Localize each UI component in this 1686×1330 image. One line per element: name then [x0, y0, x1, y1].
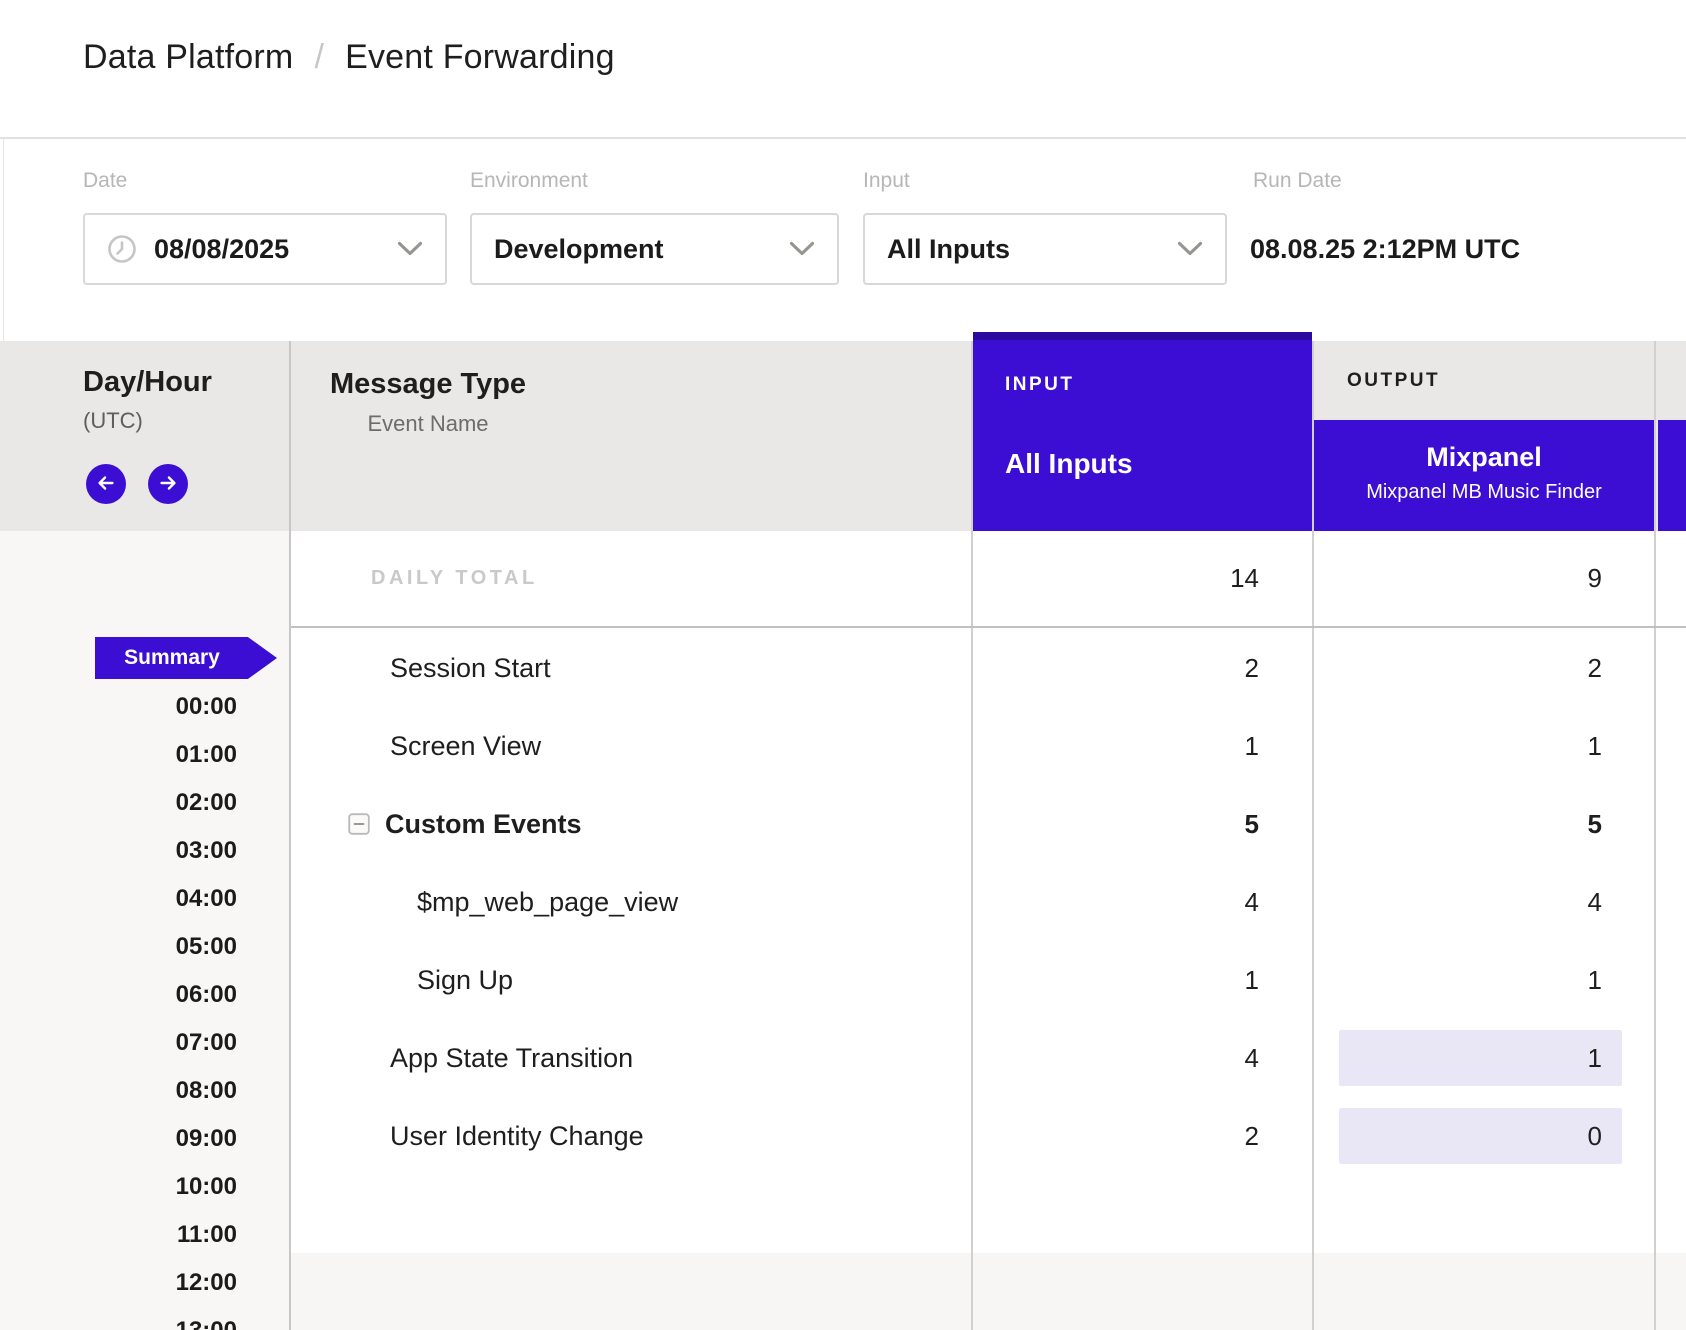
- daily-total-label: DAILY TOTAL: [371, 531, 538, 626]
- output-value: 2: [1588, 629, 1602, 707]
- daily-total-input-value: 14: [1230, 531, 1259, 626]
- chevron-down-icon: [397, 241, 423, 257]
- output-value: 5: [1588, 785, 1602, 863]
- page-header: Data Platform / Event Forwarding: [0, 0, 1686, 139]
- arrow-right-icon: [157, 472, 179, 497]
- chevron-down-icon: [789, 241, 815, 257]
- input-value: 2: [1245, 1097, 1259, 1175]
- input-label: Input: [863, 169, 910, 193]
- hour-item-0800[interactable]: 08:00: [117, 1077, 237, 1105]
- output-value: 1: [1588, 941, 1602, 1019]
- message-type-title: Message Type: [292, 368, 564, 401]
- hour-item-1000[interactable]: 10:00: [117, 1173, 237, 1201]
- breadcrumb: Data Platform / Event Forwarding: [83, 38, 615, 77]
- minus-square-icon[interactable]: [348, 813, 370, 835]
- output-value: 4: [1588, 863, 1602, 941]
- date-value: 08/08/2025: [154, 234, 289, 265]
- table-row-mp-web-page-view: $mp_web_page_view 4 4: [0, 863, 1686, 941]
- selected-column-indicator: [973, 332, 1312, 340]
- clock-icon: [107, 234, 137, 264]
- output-column-subtitle: Mixpanel MB Music Finder: [1314, 481, 1654, 504]
- next-day-button[interactable]: [148, 464, 188, 504]
- message-type-subtitle: Event Name: [292, 411, 564, 437]
- breadcrumb-section[interactable]: Data Platform: [83, 38, 293, 76]
- output-value: 1: [1588, 707, 1602, 785]
- day-hour-subtitle: (UTC): [83, 408, 212, 434]
- next-output-column-partial[interactable]: [1658, 420, 1686, 531]
- event-rows: Session Start 2 2 Screen View 1 1 Custom…: [0, 629, 1686, 1175]
- row-label: Screen View: [390, 731, 541, 762]
- hour-item-1200[interactable]: 12:00: [117, 1269, 237, 1297]
- summary-row-selector[interactable]: Summary: [95, 637, 277, 679]
- hour-item-0600[interactable]: 06:00: [117, 981, 237, 1009]
- input-value: All Inputs: [887, 234, 1010, 265]
- chevron-down-icon: [1177, 241, 1203, 257]
- input-column-header[interactable]: INPUT All Inputs: [973, 332, 1312, 531]
- date-dropdown[interactable]: 08/08/2025: [83, 213, 447, 285]
- input-value: 5: [1245, 785, 1259, 863]
- hour-item-0700[interactable]: 07:00: [117, 1029, 237, 1057]
- previous-day-button[interactable]: [86, 464, 126, 504]
- row-label: $mp_web_page_view: [417, 887, 678, 918]
- table-row-user-identity-change: User Identity Change 2 0: [0, 1097, 1686, 1175]
- breadcrumb-separator: /: [314, 38, 324, 76]
- message-type-header: Message Type Event Name: [292, 368, 564, 437]
- hour-item-0000[interactable]: 00:00: [117, 693, 237, 721]
- input-dropdown[interactable]: All Inputs: [863, 213, 1227, 285]
- day-hour-header: Day/Hour (UTC): [83, 366, 212, 434]
- input-value: 1: [1245, 707, 1259, 785]
- input-column-title: All Inputs: [1005, 448, 1133, 480]
- output-column-header[interactable]: Mixpanel Mixpanel MB Music Finder: [1314, 420, 1654, 531]
- input-value: 1: [1245, 941, 1259, 1019]
- event-forwarding-page: Data Platform / Event Forwarding Date Envi…: [0, 0, 1686, 1330]
- page-title: Event Forwarding: [345, 38, 615, 76]
- hour-item-0400[interactable]: 04:00: [117, 885, 237, 913]
- input-value: 2: [1245, 629, 1259, 707]
- input-group-label: INPUT: [1005, 374, 1075, 396]
- hour-item-1100[interactable]: 11:00: [117, 1221, 237, 1249]
- daily-total-row: DAILY TOTAL 14 9: [291, 531, 1686, 628]
- row-label: App State Transition: [390, 1043, 633, 1074]
- environment-value: Development: [494, 234, 664, 265]
- table-footer-area: [291, 1253, 1686, 1330]
- date-label: Date: [83, 169, 127, 193]
- table-row-sign-up: Sign Up 1 1: [0, 941, 1686, 1019]
- hour-item-0900[interactable]: 09:00: [117, 1125, 237, 1153]
- hour-item-0500[interactable]: 05:00: [117, 933, 237, 961]
- hour-item-0300[interactable]: 03:00: [117, 837, 237, 865]
- table-row-custom-events: Custom Events 5 5: [0, 785, 1686, 863]
- output-column-title: Mixpanel: [1314, 442, 1654, 473]
- input-value: 4: [1245, 863, 1259, 941]
- highlighted-output-cell: 0: [1339, 1108, 1622, 1164]
- hour-item-0200[interactable]: 02:00: [117, 789, 237, 817]
- highlighted-output-cell: 1: [1339, 1030, 1622, 1086]
- hour-item-1300[interactable]: 13:00: [117, 1317, 237, 1330]
- table-row-screen-view: Screen View 1 1: [0, 707, 1686, 785]
- table-row-app-state-transition: App State Transition 4 1: [0, 1019, 1686, 1097]
- row-label: User Identity Change: [390, 1121, 644, 1152]
- row-label: Custom Events: [385, 809, 582, 840]
- run-date-value: 08.08.25 2:12PM UTC: [1250, 213, 1520, 285]
- output-group-label: OUTPUT: [1347, 370, 1440, 392]
- environment-label: Environment: [470, 169, 588, 193]
- input-value: 4: [1245, 1019, 1259, 1097]
- environment-dropdown[interactable]: Development: [470, 213, 839, 285]
- hour-item-0100[interactable]: 01:00: [117, 741, 237, 769]
- arrow-left-icon: [95, 472, 117, 497]
- day-hour-title: Day/Hour: [83, 366, 212, 399]
- daily-total-output-value: 9: [1588, 531, 1602, 626]
- row-label: Session Start: [390, 653, 551, 684]
- run-date-label: Run Date: [1253, 169, 1342, 193]
- row-label: Sign Up: [417, 965, 513, 996]
